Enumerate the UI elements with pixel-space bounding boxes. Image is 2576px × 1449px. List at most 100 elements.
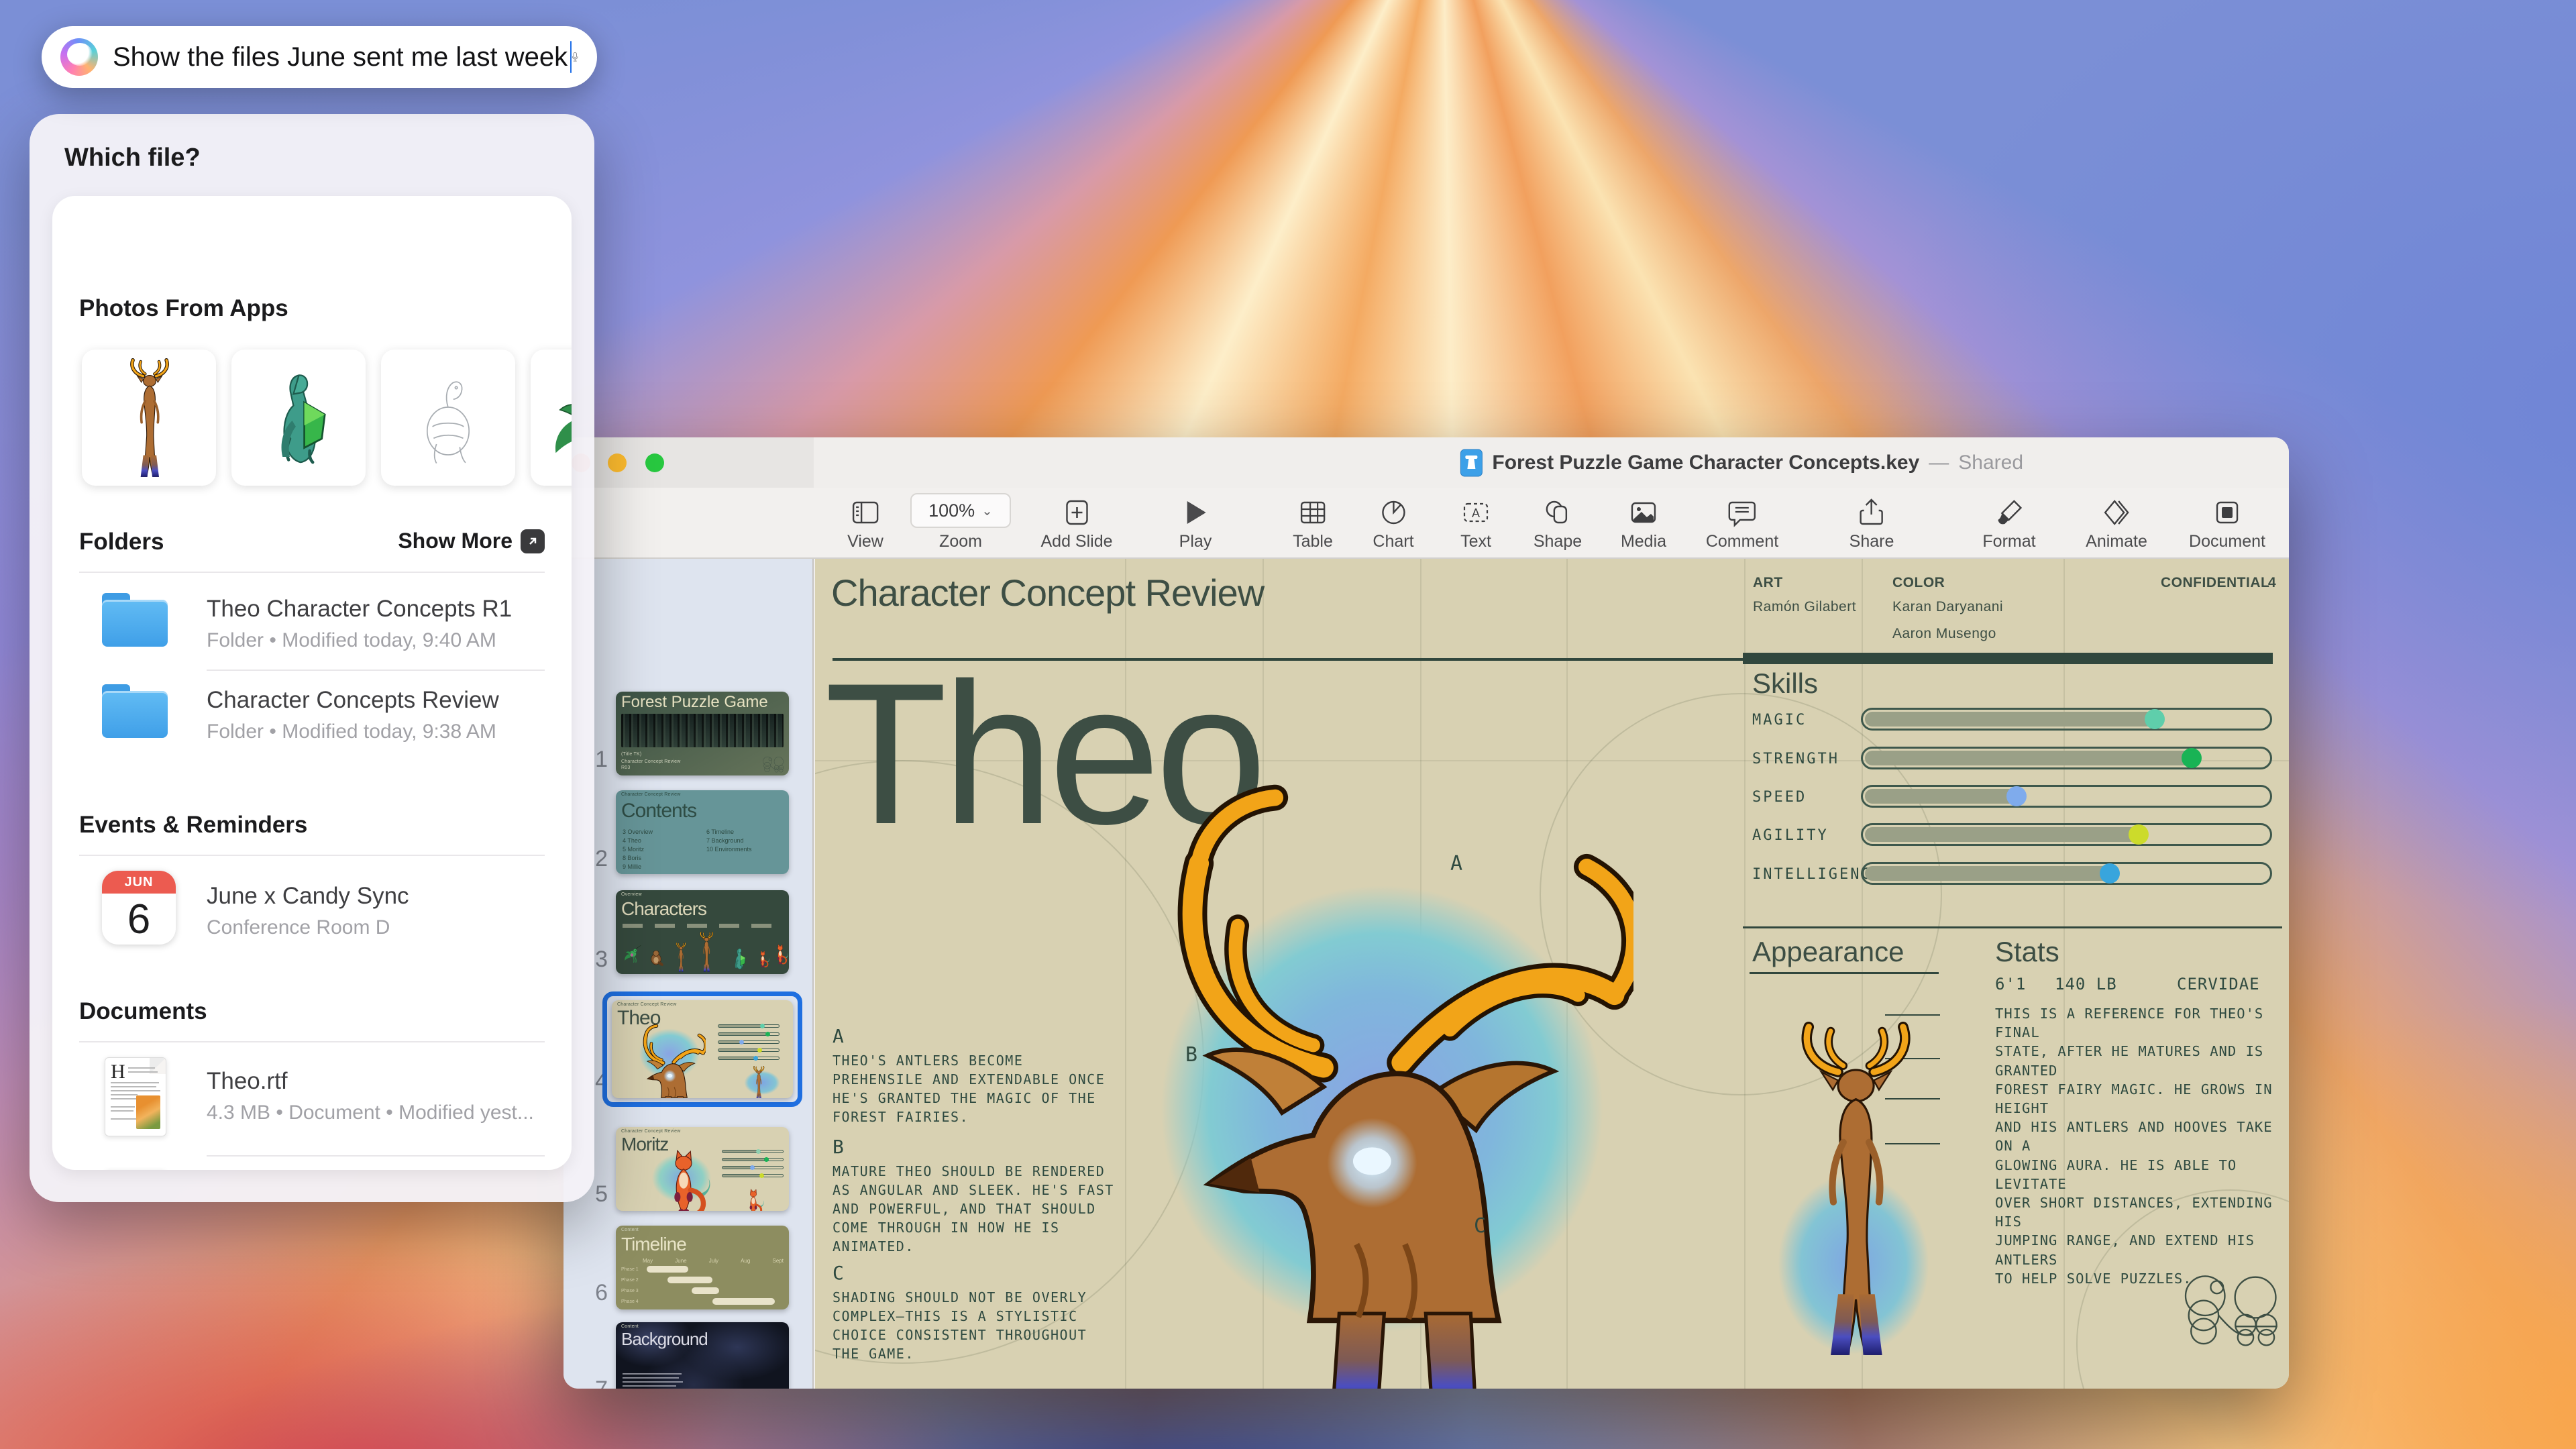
photo-thumb-turtle[interactable] (231, 350, 366, 486)
microphone-icon[interactable] (572, 39, 579, 75)
event-item-1[interactable]: June x Candy Sync (207, 883, 409, 910)
desktop: Forest Puzzle Game Character Concepts.ke… (0, 0, 2576, 1449)
skill-knob[interactable] (2128, 824, 2149, 845)
view-button[interactable]: View (847, 493, 883, 551)
callout-a: A (1450, 852, 1463, 875)
photo-thumb-deer[interactable] (82, 350, 216, 486)
folder-icon (102, 684, 168, 738)
skill-intelligence: INTELLIGENCE (1752, 862, 2282, 886)
play-button[interactable]: Play (1179, 493, 1212, 551)
slide-thumb-moritz[interactable]: Character Concept Review Moritz (616, 1127, 789, 1211)
callout-b: B (1185, 1043, 1198, 1067)
gantt-bar-3 (692, 1287, 719, 1294)
panel-prompt: Which file? (64, 144, 201, 172)
document-item-1[interactable]: Theo.rtf (207, 1068, 288, 1095)
skill-knob[interactable] (2181, 748, 2202, 768)
zoom-control[interactable]: 100% ⌄ Zoom (910, 493, 1011, 551)
minimize-button[interactable] (608, 453, 627, 472)
skill-agility: AGILITY (1752, 823, 2282, 847)
siri-results-panel: Which file? Photos From Apps Folders Sho… (30, 114, 594, 1202)
stat-weight: 140 LB (2055, 975, 2117, 994)
page-number: 4 (2268, 575, 2277, 590)
mini-theo-front (750, 1066, 767, 1098)
title-dash: — (1929, 451, 1949, 474)
share-button[interactable]: Share (1849, 493, 1894, 551)
credit-color-label: COLOR (1892, 575, 1945, 590)
folders-section-title: Folders (79, 529, 164, 555)
theo-front-illustration (1771, 1022, 1939, 1357)
slide-thumb-forest-puzzle-game[interactable]: Forest Puzzle Game (Title TK) Character … (616, 692, 789, 775)
stats-description: THIS IS A REFERENCE FOR THEO'S FINAL STA… (1995, 1006, 2273, 1287)
chevron-down-icon: ⌄ (981, 503, 993, 519)
share-icon (1849, 493, 1894, 528)
photo-thumb-bird[interactable] (531, 350, 572, 486)
slide-thumb-contents[interactable]: Character Concept Review Contents 3 Over… (616, 790, 789, 874)
window-title: Forest Puzzle Game Character Concepts.ke… (1460, 437, 2023, 488)
siri-icon (60, 38, 98, 76)
divider-rule-thick (1743, 653, 2273, 664)
gantt-bar-1 (647, 1266, 688, 1273)
slide-thumb-background[interactable]: Content Background (616, 1322, 789, 1389)
folder-item-2[interactable]: Character Concepts Review (207, 687, 499, 714)
media-button[interactable]: Media (1621, 493, 1666, 551)
slide-thumb-theo-selected[interactable]: Character Concept Review Theo (612, 1000, 793, 1098)
skills-title: Skills (1752, 667, 1819, 699)
stats-title: Stats (1995, 936, 2059, 967)
stat-family: CERVIDAE (2177, 975, 2260, 994)
animate-button[interactable]: Animate (2086, 493, 2147, 551)
text-button[interactable]: A Text (1460, 493, 1491, 551)
events-section-title: Events & Reminders (79, 812, 308, 838)
window-titlebar[interactable]: Forest Puzzle Game Character Concepts.ke… (564, 437, 2289, 488)
note-b: B MATURE THEO SHOULD BE RENDERED AS ANGU… (833, 1136, 1114, 1254)
shape-button[interactable]: Shape (1534, 493, 1582, 551)
skill-knob[interactable] (2145, 709, 2165, 729)
format-icon (1982, 493, 2035, 528)
turtle-illustration (254, 366, 344, 469)
documents-section-title: Documents (79, 998, 207, 1024)
slide-thumb-timeline[interactable]: Content Timeline May June July Aug Sept … (616, 1226, 789, 1309)
slide-navigator: 1 2 3 4 5 6 7 Forest Puzzle Game (Title … (564, 559, 814, 1389)
gantt-bar-2 (667, 1277, 712, 1283)
credit-art-label: ART (1753, 575, 1783, 590)
text-icon: A (1460, 493, 1491, 528)
mini-logo-icon (762, 755, 785, 773)
arrow-up-right-icon (521, 529, 545, 553)
animate-icon (2086, 493, 2147, 528)
photos-section-title: Photos From Apps (79, 295, 288, 321)
theo-illustration (1097, 777, 1633, 1389)
credit-art-name: Ramón Gilabert (1753, 599, 1857, 614)
table-button[interactable]: Table (1293, 493, 1333, 551)
slide-canvas[interactable]: Character Concept Review ART Ramón Gilab… (815, 559, 2289, 1389)
document-button[interactable]: Document (2189, 493, 2265, 551)
chart-button[interactable]: Chart (1373, 493, 1414, 551)
zoom-level-button[interactable]: 100% ⌄ (910, 493, 1011, 528)
add-slide-icon (1040, 493, 1112, 528)
mini-theo-deer (632, 1023, 706, 1098)
format-button[interactable]: Format (1982, 493, 2036, 551)
add-slide-button[interactable]: Add Slide (1040, 493, 1113, 551)
table-icon (1293, 493, 1333, 528)
mini-deer (696, 932, 716, 972)
zoom-window-button[interactable] (645, 453, 664, 472)
photo-thumb-sketch[interactable] (381, 350, 515, 486)
skill-knob[interactable] (2100, 863, 2121, 883)
stat-height: 6'1 (1995, 975, 2027, 994)
skill-speed: SPEED (1752, 785, 2282, 809)
search-query-text[interactable]: Show the files June sent me last week (113, 42, 568, 72)
show-more-button[interactable]: Show More (398, 529, 545, 553)
mini-fawn (674, 943, 688, 972)
skill-knob[interactable] (2006, 786, 2027, 806)
siri-search-bar[interactable]: Show the files June sent me last week (42, 26, 597, 88)
slide-thumb-characters[interactable]: Overview Characters (616, 890, 789, 974)
mini-fox-small (755, 951, 770, 968)
comment-button[interactable]: Comment (1706, 493, 1778, 551)
folder-item-1[interactable]: Theo Character Concepts R1 (207, 596, 512, 623)
view-icon (847, 493, 883, 528)
play-icon (1179, 493, 1212, 528)
mini-fox-big (771, 940, 789, 969)
bird-illustration (551, 371, 572, 465)
mini-text-row (623, 924, 782, 928)
document-title: Forest Puzzle Game Character Concepts.ke… (1492, 451, 1920, 474)
note-a: A THEO'S ANTLERS BECOME PREHENSILE AND E… (833, 1025, 1106, 1125)
titlebar-sidebar-shade (564, 437, 814, 488)
